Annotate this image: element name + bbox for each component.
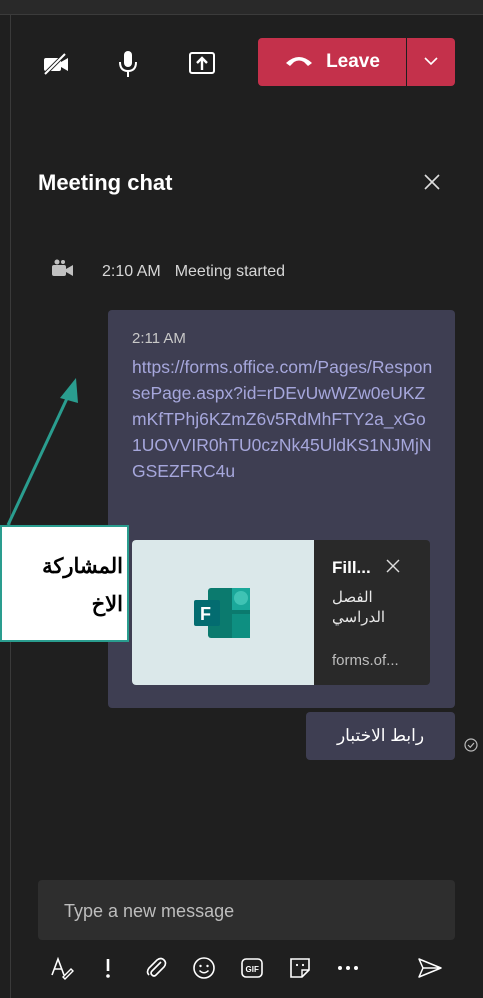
card-domain: forms.of... bbox=[332, 652, 399, 669]
system-message-text: Meeting started bbox=[174, 262, 285, 280]
gif-icon[interactable]: GIF bbox=[238, 954, 266, 982]
annotation-line-2: الاخ bbox=[91, 591, 123, 616]
close-icon[interactable] bbox=[420, 170, 444, 194]
leave-button[interactable]: Leave bbox=[258, 38, 406, 86]
card-close-icon[interactable] bbox=[385, 558, 401, 574]
meeting-video-icon bbox=[50, 258, 76, 285]
more-icon[interactable] bbox=[334, 954, 362, 982]
svg-text:GIF: GIF bbox=[246, 965, 259, 974]
important-icon[interactable] bbox=[94, 954, 122, 982]
leave-label: Leave bbox=[326, 51, 380, 72]
leave-options-button[interactable] bbox=[407, 38, 455, 86]
chat-message-reply: رابط الاختبار bbox=[306, 712, 455, 760]
forms-logo-icon: F bbox=[132, 540, 314, 685]
svg-text:F: F bbox=[200, 604, 211, 624]
compose-toolbar: GIF bbox=[38, 950, 458, 986]
microphone-icon[interactable] bbox=[108, 44, 148, 84]
chevron-down-icon bbox=[423, 53, 439, 71]
message-link[interactable]: https://forms.office.com/Pages/ResponseP… bbox=[132, 354, 434, 484]
send-icon[interactable] bbox=[416, 954, 444, 982]
card-title: Fill... bbox=[332, 558, 371, 577]
seen-check-icon bbox=[464, 738, 478, 752]
message-time: 2:11 AM bbox=[132, 330, 186, 347]
format-icon[interactable] bbox=[48, 954, 76, 982]
hang-up-icon bbox=[284, 51, 314, 73]
annotation-callout: المشاركة الاخ bbox=[0, 525, 129, 642]
system-message: 2:10 AM Meeting started bbox=[50, 258, 285, 285]
chat-message: 2:11 AM https://forms.office.com/Pages/R… bbox=[108, 310, 455, 708]
card-description: الفصل الدراسي bbox=[332, 589, 386, 626]
compose-box[interactable] bbox=[38, 880, 455, 942]
link-preview-card[interactable]: F Fill... الفصل الدراسي forms.of... bbox=[132, 540, 430, 685]
page-title: Meeting chat bbox=[38, 170, 173, 195]
share-screen-icon[interactable] bbox=[182, 44, 222, 84]
system-message-time: 2:10 AM bbox=[102, 262, 161, 280]
sticker-icon[interactable] bbox=[286, 954, 314, 982]
annotation-line-1: المشاركة bbox=[42, 553, 123, 578]
window-top-strip bbox=[0, 0, 483, 15]
message-input[interactable] bbox=[62, 880, 436, 942]
camera-off-icon[interactable] bbox=[36, 44, 76, 84]
attach-icon[interactable] bbox=[142, 954, 170, 982]
annotation-arrow bbox=[6, 378, 78, 526]
emoji-icon[interactable] bbox=[190, 954, 218, 982]
